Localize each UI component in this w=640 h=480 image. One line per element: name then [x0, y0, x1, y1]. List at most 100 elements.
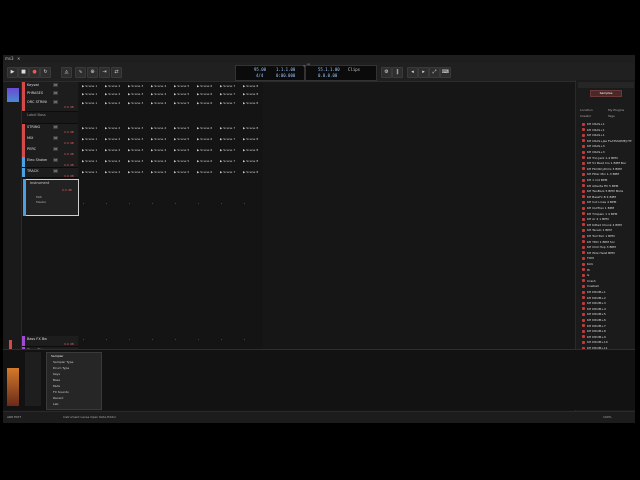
empty-slot[interactable]	[152, 339, 153, 340]
mute-button[interactable]: M	[53, 169, 58, 173]
track-name[interactable]: ORC STRING	[27, 100, 47, 104]
track-header[interactable]: ORC STRING M 0.0 dB	[22, 99, 78, 112]
clip-slot[interactable]: ▶ Scene 7	[220, 170, 241, 176]
clip-slot[interactable]: ▶ Scene 2	[105, 170, 126, 176]
clip-slot[interactable]: ▶ Scene 7	[220, 84, 241, 90]
follow-icon[interactable]: ⇄	[111, 67, 122, 78]
mute-button[interactable]: M	[53, 83, 58, 87]
clip-slot[interactable]: ▶ Scene 5	[174, 159, 195, 165]
filter-creator[interactable]: Creator	[580, 114, 591, 118]
empty-slot[interactable]	[83, 203, 84, 204]
browser-item[interactable]: KH CRAS+Jas FLATSSOMEJ HTI	[582, 139, 632, 144]
play-icon[interactable]: ▶	[7, 67, 18, 78]
browser-item[interactable]: KH DRUM+1	[582, 290, 632, 295]
input-routing[interactable]: Midi	[36, 195, 42, 199]
mute-button[interactable]: M	[53, 91, 58, 95]
clip-slot[interactable]: ▶ Scene 3	[128, 148, 149, 154]
loop-start[interactable]: 55.1.1.00	[318, 67, 340, 72]
mute-button[interactable]: M	[53, 136, 58, 140]
browser-item[interactable]: KH TomTom 1 BPM	[582, 234, 632, 239]
track-name[interactable]: Instrument	[30, 181, 49, 185]
browser-item[interactable]: KH Ar 4 1 BPM	[582, 217, 632, 222]
popup-item[interactable]: Sampler Type	[53, 360, 73, 364]
popup-item[interactable]: Drum Type	[53, 366, 69, 370]
launch-mode[interactable]: Clips	[348, 67, 360, 72]
popup-item[interactable]: Keys	[53, 372, 60, 376]
nudge-right-icon[interactable]: ▸	[418, 67, 429, 78]
loop-end[interactable]: 0.0.0.00	[318, 73, 337, 78]
mute-button[interactable]: M	[53, 158, 58, 162]
clip-slot[interactable]: ▶ Scene 4	[151, 170, 172, 176]
clip-slot[interactable]: ▶ Scene 2	[105, 101, 126, 107]
clip-slot[interactable]: ▶ Scene 3	[128, 92, 149, 98]
browser-item[interactable]: KH Cut Lines 4 BPM	[582, 200, 632, 205]
browser-item[interactable]: KH DRUM+8	[582, 329, 632, 334]
browser-item[interactable]: Kick	[582, 262, 632, 267]
clip-slot[interactable]: ▶ Scene 4	[151, 126, 172, 132]
clip-slot[interactable]: ▶ Scene 5	[174, 170, 195, 176]
clip-slot[interactable]: ▶ Scene 1	[82, 84, 103, 90]
browser-item[interactable]: KH CRAS+1	[582, 122, 632, 127]
clip-slot[interactable]: ▶ Scene 2	[105, 84, 126, 90]
browser-item[interactable]: KH DRUM+9	[582, 335, 632, 340]
browser-item[interactable]: KH Trio Jazz 1-4 BPM	[582, 156, 632, 161]
browser-item[interactable]: KH FilmRhythms 3 BPM	[582, 167, 632, 172]
browser-item[interactable]: KH Tacelo 1 BPM	[582, 228, 632, 233]
clip-slot[interactable]: ▶ Scene 5	[174, 84, 195, 90]
clip-slot[interactable]: ▶ Scene 6	[197, 148, 218, 154]
track-header[interactable]: Eleo Shaker M 0.0 dB	[22, 157, 78, 168]
clip-slot[interactable]: ▶ Scene 6	[197, 92, 218, 98]
track-volume[interactable]: 0.0 dB	[64, 342, 74, 346]
clip-slot[interactable]: ▶ Scene 7	[220, 101, 241, 107]
empty-slot[interactable]	[175, 339, 176, 340]
clip-slot[interactable]: ▶ Scene 1	[82, 92, 103, 98]
clip-slot[interactable]: ▶ Scene 2	[105, 92, 126, 98]
mute-button[interactable]: M	[53, 100, 58, 104]
clip-slot[interactable]: ▶ Scene 1	[82, 148, 103, 154]
empty-slot[interactable]	[83, 339, 84, 340]
clip-slot[interactable]: ▶ Scene 8	[243, 170, 264, 176]
browser-item[interactable]: KH DRUM+4	[582, 307, 632, 312]
clip-slot[interactable]: ▶ Scene 8	[243, 101, 264, 107]
browser-item[interactable]: Hi	[582, 268, 632, 273]
browser-item[interactable]: KH DRUM+6	[582, 318, 632, 323]
settings-icon[interactable]: ⚙	[381, 67, 392, 78]
clip-slot[interactable]: ▶ Scene 4	[151, 92, 172, 98]
clip-slot[interactable]: ▶ Scene 4	[151, 159, 172, 165]
zoom-level[interactable]: 100%	[603, 415, 612, 419]
track-volume[interactable]: 0.0 dB	[64, 174, 74, 178]
automation-icon[interactable]: ∿	[75, 67, 86, 78]
clip-slot[interactable]: ▶ Scene 6	[197, 84, 218, 90]
track-name[interactable]: MIX	[27, 136, 47, 140]
clip-slot[interactable]: ▶ Scene 8	[243, 92, 264, 98]
clip-slot[interactable]: ▶ Scene 4	[151, 84, 172, 90]
mute-button[interactable]: M	[53, 125, 58, 129]
browser-item[interactable]: KH Filter Mix 1-3 BPM	[582, 172, 632, 177]
clip-slot[interactable]: ▶ Scene 8	[243, 137, 264, 143]
browser-item[interactable]: KH 51 Beat Crs 1 BPM Bar	[582, 161, 632, 166]
popup-item[interactable]: Bass	[53, 378, 60, 382]
track-name[interactable]: TRACK	[27, 169, 47, 173]
browser-item[interactable]: KH Chill Hop 3 BPM	[582, 245, 632, 250]
clip-slot[interactable]: ▶ Scene 5	[174, 148, 195, 154]
clip-slot[interactable]: ▶ Scene 3	[128, 84, 149, 90]
browser-item[interactable]: TOM	[582, 256, 632, 261]
track-name[interactable]: PERC	[27, 147, 47, 151]
track-volume[interactable]: 0.0 dB	[64, 130, 74, 134]
filter-plugins[interactable]: My Plugins	[608, 108, 624, 112]
clip-slot[interactable]: ▶ Scene 6	[197, 101, 218, 107]
clip-slot[interactable]: ▶ Scene 8	[243, 126, 264, 132]
clip-slot[interactable]: ▶ Scene 7	[220, 137, 241, 143]
browser-item[interactable]: KH Wile Heist BPM	[582, 251, 632, 256]
track-volume[interactable]: 0.0 dB	[64, 163, 74, 167]
pause-icon[interactable]: ‖	[392, 67, 403, 78]
clip-slot[interactable]: ▶ Scene 3	[128, 159, 149, 165]
clip-slot[interactable]: ▶ Scene 1	[82, 101, 103, 107]
selected-track[interactable]: Instrument 0.0 dB Midi Master	[23, 179, 79, 216]
browser-item[interactable]: Cowbell	[582, 284, 632, 289]
track-volume[interactable]: 0.0 dB	[64, 152, 74, 156]
empty-slot[interactable]	[175, 203, 176, 204]
tempo-value[interactable]: 95.00	[254, 67, 266, 72]
browser-item[interactable]: KH CRAS+3	[582, 144, 632, 149]
popup-item[interactable]: Pads	[53, 384, 60, 388]
